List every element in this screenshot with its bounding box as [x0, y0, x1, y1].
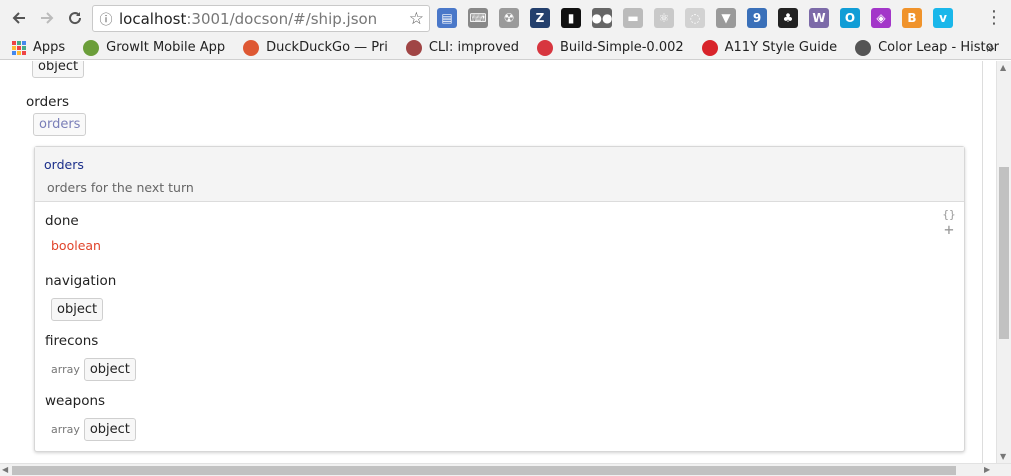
schema-card-header: orders orders for the next turn: [35, 147, 964, 202]
property-row: weapons array object: [45, 393, 136, 441]
browser-toolbar: ⓘ localhost:3001/docson/#/ship.json ☆ ▤ ⌨…: [0, 0, 1011, 36]
schema-card-title: orders: [44, 157, 84, 172]
bookmark-item[interactable]: A11Y Style Guide: [701, 39, 838, 56]
extension-11-icon[interactable]: 9: [747, 8, 767, 28]
property-value: array object: [51, 358, 136, 381]
url-path: :3001/docson/#/ship.json: [186, 9, 378, 28]
arrow-right-icon: [41, 12, 54, 24]
browser-menu-icon[interactable]: ⋮: [985, 7, 1003, 28]
bookmarks-bar: Apps GrowIt Mobile App DuckDuckGo — Pri CLI…: [0, 36, 1011, 60]
scroll-up-icon[interactable]: ▲: [1000, 63, 1006, 72]
bookmarks-overflow-icon[interactable]: »: [986, 39, 995, 57]
extension-5-icon[interactable]: ▮: [561, 8, 581, 28]
property-value: array object: [51, 418, 136, 441]
array-qualifier: array: [51, 423, 80, 436]
horizontal-scrollbar[interactable]: ◀ ▶: [0, 463, 1011, 476]
extension-2-icon[interactable]: ⌨: [468, 8, 488, 28]
bookmark-label: Apps: [33, 40, 66, 55]
array-qualifier: array: [51, 363, 80, 376]
type-chip-object[interactable]: object: [51, 298, 104, 321]
address-bar[interactable]: ⓘ localhost:3001/docson/#/ship.json ☆: [92, 5, 430, 32]
bookmark-item[interactable]: Build-Simple-0.002: [537, 39, 684, 56]
primitive-type: boolean: [51, 238, 101, 253]
extension-6-icon[interactable]: ●●: [592, 8, 612, 28]
extension-3-icon[interactable]: ☢: [499, 8, 519, 28]
vertical-scrollbar[interactable]: ▲ ▼: [996, 61, 1011, 463]
bookmark-label: A11Y Style Guide: [724, 40, 838, 55]
bookmark-label: CLI: improved: [428, 40, 520, 55]
property-row: done boolean: [45, 213, 101, 253]
property-name: firecons: [45, 333, 99, 349]
extension-13-icon[interactable]: W: [809, 8, 829, 28]
duckduckgo-icon: [243, 39, 260, 56]
url-host: localhost: [119, 9, 187, 28]
extensions-bar: ▤ ⌨ ☢ Z ▮ ●● ▬ ⚛ ◌ ▼ 9 ♣ W O ◈ Bv: [437, 8, 964, 28]
reload-icon: [69, 12, 82, 25]
url-text: localhost:3001/docson/#/ship.json: [119, 10, 377, 28]
bookmark-item[interactable]: Apps: [12, 40, 65, 55]
colorleap-icon: [855, 39, 872, 56]
type-chip-object[interactable]: object: [83, 358, 136, 381]
cli-avatar-icon: [405, 39, 422, 56]
build-icon: [537, 39, 554, 56]
arrow-left-icon: [12, 12, 25, 24]
property-value: object: [51, 298, 116, 321]
bookmark-item[interactable]: Color Leap - Histor: [855, 39, 999, 56]
extension-9-icon[interactable]: ◌: [685, 8, 705, 28]
a11y-icon: [701, 39, 718, 56]
type-chip-object[interactable]: object: [83, 418, 136, 441]
type-link-orders[interactable]: orders: [33, 113, 87, 136]
extension-15-icon[interactable]: ◈: [871, 8, 891, 28]
gnome-icon[interactable]: ♣: [778, 8, 798, 28]
schema-card-orders: orders orders for the next turn {} + don…: [34, 146, 965, 452]
property-value: boolean: [51, 238, 101, 253]
site-info-icon[interactable]: ⓘ: [93, 9, 119, 28]
card-tools: {} +: [942, 207, 956, 238]
extension-7-icon[interactable]: ▬: [623, 8, 643, 28]
bookmark-label: Color Leap - Histor: [878, 40, 999, 55]
scroll-left-icon[interactable]: ◀: [2, 465, 8, 474]
forward-button[interactable]: [34, 5, 60, 31]
property-name: done: [45, 213, 79, 229]
schema-card-description: orders for the next turn: [47, 180, 194, 195]
vue-icon[interactable]: ▼: [716, 8, 736, 28]
bookmark-star-icon[interactable]: ☆: [409, 9, 424, 29]
property-name: weapons: [45, 393, 106, 409]
bookmark-item[interactable]: CLI: improved: [405, 39, 520, 56]
scroll-right-icon[interactable]: ▶: [984, 465, 990, 474]
extension-14-icon[interactable]: O: [840, 8, 860, 28]
page-content: object orders orders orders orders for t…: [0, 61, 996, 463]
expand-plus-icon[interactable]: +: [942, 222, 956, 238]
bookmark-item[interactable]: GrowIt Mobile App: [83, 39, 226, 56]
extension-1-icon[interactable]: ▤: [437, 8, 457, 28]
bookmark-item[interactable]: DuckDuckGo — Pri: [243, 39, 388, 56]
back-button[interactable]: [6, 5, 32, 31]
bookmark-label: DuckDuckGo — Pri: [266, 40, 388, 55]
horizontal-scroll-thumb[interactable]: [12, 466, 956, 475]
property-row: firecons array object: [45, 333, 136, 381]
vertical-scroll-thumb[interactable]: [999, 167, 1009, 339]
bookmark-label: Build-Simple-0.002: [560, 40, 684, 55]
react-icon[interactable]: ⚛: [654, 8, 674, 28]
property-name-orders: orders: [26, 94, 70, 110]
scroll-down-icon[interactable]: ▼: [1000, 452, 1006, 461]
property-row: navigation object: [45, 273, 116, 321]
zotero-icon[interactable]: Z: [530, 8, 550, 28]
vimeo-icon[interactable]: v: [933, 8, 953, 28]
bookmark-label: GrowIt Mobile App: [106, 40, 226, 55]
growit-icon: [83, 39, 100, 56]
reload-button[interactable]: [62, 5, 88, 31]
docson-viewport: object orders orders orders orders for t…: [4, 61, 983, 463]
apps-grid-icon: [12, 40, 26, 55]
type-chip-object[interactable]: object: [32, 61, 85, 78]
property-name: navigation: [45, 273, 117, 289]
bitcoin-icon[interactable]: B: [902, 8, 922, 28]
